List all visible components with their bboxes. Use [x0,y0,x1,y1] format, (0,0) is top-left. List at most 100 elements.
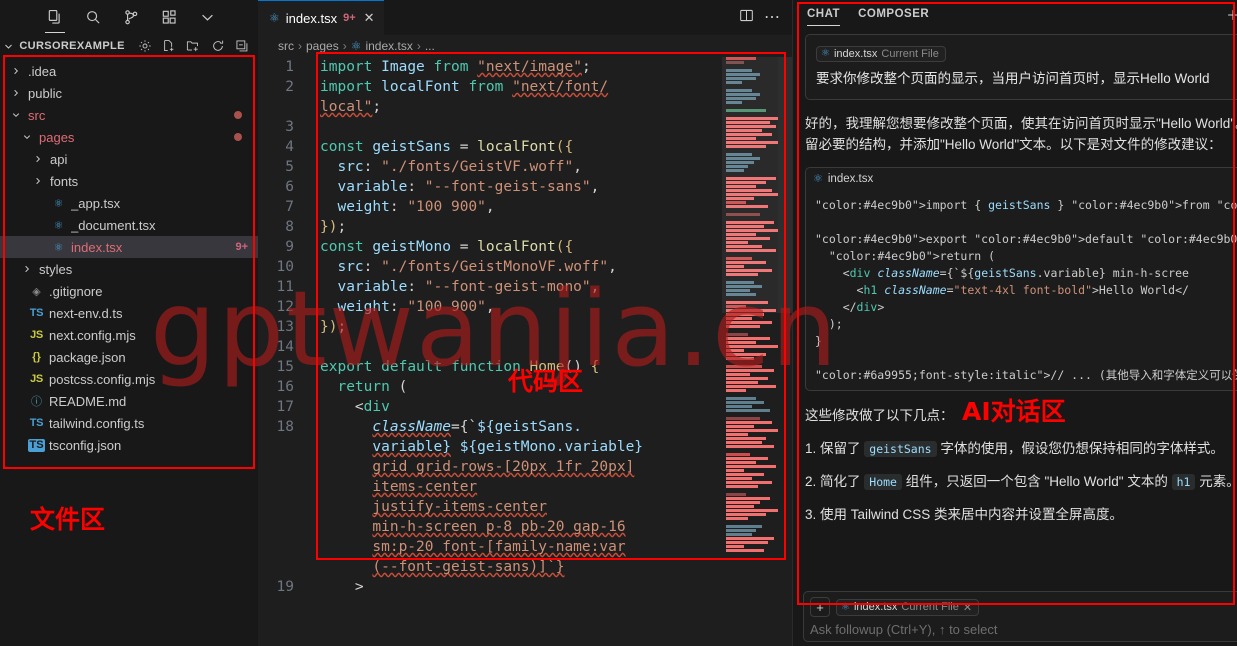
tree-item-app-tsx[interactable]: ⚛ _app.tsx [0,192,258,214]
breadcrumb-item-0[interactable]: src [278,39,294,53]
react-icon: ⚛ [841,601,850,613]
code-block-content[interactable]: "color:#4ec9b0">import { geistSans } "co… [806,190,1237,390]
tree-item-idea[interactable]: .idea [0,60,258,82]
chevron-right-icon: › [416,39,421,53]
explorer-twisty-icon[interactable] [2,41,14,52]
explorer-icon[interactable] [38,1,72,33]
minimap-line [726,381,758,384]
tree-item-styles[interactable]: styles [0,258,258,280]
chevron-down-icon[interactable] [19,132,35,142]
add-context-button[interactable]: + [810,597,830,617]
line-number [258,477,294,497]
tree-item-gitignore[interactable]: ◈ .gitignore [0,280,258,302]
bullet-text: 组件，只返回一个包含 "Hello World" 文本的 [901,473,1172,489]
chevron-right-icon[interactable] [30,176,46,186]
tree-item-fonts[interactable]: fonts [0,170,258,192]
gear-icon[interactable] [135,35,154,57]
tree-item-next-config-mjs[interactable]: JS next.config.mjs [0,324,258,346]
scrollbar-thumb[interactable] [778,57,792,313]
tree-item-pages[interactable]: pages [0,126,258,148]
json-icon: {} [32,351,41,363]
summary-bullet-3: 3. 使用 Tailwind CSS 类来居中内容并设置全屏高度。 [805,504,1237,526]
bullet-text: 字体的使用，假设您仍想保持相同的字体样式。 [936,440,1224,456]
minimap-line [726,525,762,528]
tree-item-postcss-config-mjs[interactable]: JS postcss.config.mjs [0,368,258,390]
chevron-right-icon[interactable] [8,88,24,98]
close-icon[interactable]: ✕ [963,601,972,614]
minimap-line [726,321,772,324]
chevron-right-icon[interactable] [19,264,35,274]
explorer-header[interactable]: CURSOREXAMPLE [0,34,258,58]
close-icon[interactable]: ✕ [364,10,375,26]
chevron-down-icon[interactable] [8,110,24,120]
footer-context-chip[interactable]: ⚛ index.tsx Current File ✕ [836,598,980,616]
context-chip[interactable]: ⚛ index.tsx Current File [816,45,946,62]
minimap-line [726,473,764,476]
tree-item-api[interactable]: api [0,148,258,170]
chevron-down-icon[interactable] [190,1,224,33]
line-number: 4 [285,139,294,155]
minimap-line [726,429,778,432]
tree-item-next-env-d-ts[interactable]: TS next-env.d.ts [0,302,258,324]
minimap-line [726,465,776,468]
tab-error-badge: 9+ [343,12,356,24]
sidebar: CURSOREXAMPLE .idea public src pages api… [0,0,258,646]
line-number: 7 [285,199,294,215]
tree-item-label: tailwind.config.ts [49,415,145,431]
line-number: 12 [276,299,294,315]
chevron-right-icon[interactable] [8,66,24,76]
editor-scrollbar[interactable] [778,57,792,646]
minimap-line [726,481,772,484]
tree-item-label: _document.tsx [71,217,156,233]
new-folder-icon[interactable] [184,35,203,57]
chevron-right-icon: › [298,39,302,53]
react-icon: ⚛ [350,39,362,53]
code-block-filename-wrap: ⚛ index.tsx [806,172,1233,186]
split-editor-icon[interactable] [739,8,754,28]
chat-input-box[interactable]: + ⚛ index.tsx Current File ✕ Ask followu… [803,591,1237,642]
code-editor[interactable]: 1 2 3 4 5 6 7 8 9 10 11 12 13 14 15 16 17 18 19 import Ima… [258,57,792,646]
chat-context-row: + ⚛ index.tsx Current File ✕ [810,597,1237,617]
minimap-line [726,537,774,540]
extensions-icon[interactable] [152,1,186,33]
tree-item-document-tsx[interactable]: ⚛ _document.tsx [0,214,258,236]
chevron-right-icon[interactable] [30,154,46,164]
breadcrumb[interactable]: src › pages › ⚛ index.tsx › ... [258,35,792,57]
tree-item-tailwind-config-ts[interactable]: TS tailwind.config.ts [0,412,258,434]
minimap-line [726,405,752,408]
ask-button[interactable]: ↲ Ask [1233,167,1237,190]
tree-item-index-tsx[interactable]: ⚛ index.tsx 9+ [0,236,258,258]
minimap-line [726,421,772,424]
chat-messages[interactable]: ⚛ index.tsx Current File 要求你修改整个页面的显示，当用… [793,30,1237,585]
minimap-viewport[interactable] [722,57,778,313]
refresh-icon[interactable] [208,35,227,57]
typescript-icon: TS [29,417,44,429]
breadcrumb-item-3[interactable]: ... [425,39,435,53]
minimap-line [726,433,748,436]
modified-indicator-dot [234,111,242,119]
tab-index-tsx[interactable]: ⚛ index.tsx 9+ ✕ [258,0,384,35]
footer-chip-note: Current File [901,601,959,613]
tree-item-src[interactable]: src [0,104,258,126]
tree-item-public[interactable]: public [0,82,258,104]
tree-item-label: .gitignore [49,283,103,299]
breadcrumb-item-2[interactable]: index.tsx [365,39,412,53]
breadcrumb-item-1[interactable]: pages [306,39,339,53]
search-icon[interactable] [76,1,110,33]
chat-input-placeholder[interactable]: Ask followup (Ctrl+Y), ↑ to select [810,617,1237,637]
collapse-all-icon[interactable] [233,35,252,57]
minimap-line [726,485,758,488]
react-icon: ⚛ [821,48,830,59]
file-tree[interactable]: .idea public src pages api fonts ⚛ _app.tsx ⚛ _do… [0,58,258,456]
code-text[interactable]: import Image from "next/image"; import lo… [310,57,792,597]
source-control-icon[interactable] [114,1,148,33]
new-file-icon[interactable] [159,35,178,57]
tree-item-readme-md[interactable]: ⓘ README.md [0,390,258,412]
tab-chat[interactable]: CHAT [807,8,841,26]
more-actions-icon[interactable]: ⋯ [764,9,780,25]
typescript-icon: TS [29,307,44,319]
tree-item-package-json[interactable]: {} package.json [0,346,258,368]
tab-composer[interactable]: COMPOSER [858,8,929,22]
plus-icon[interactable] [1222,4,1237,26]
tree-item-tsconfig-json[interactable]: TS tsconfig.json [0,434,258,456]
